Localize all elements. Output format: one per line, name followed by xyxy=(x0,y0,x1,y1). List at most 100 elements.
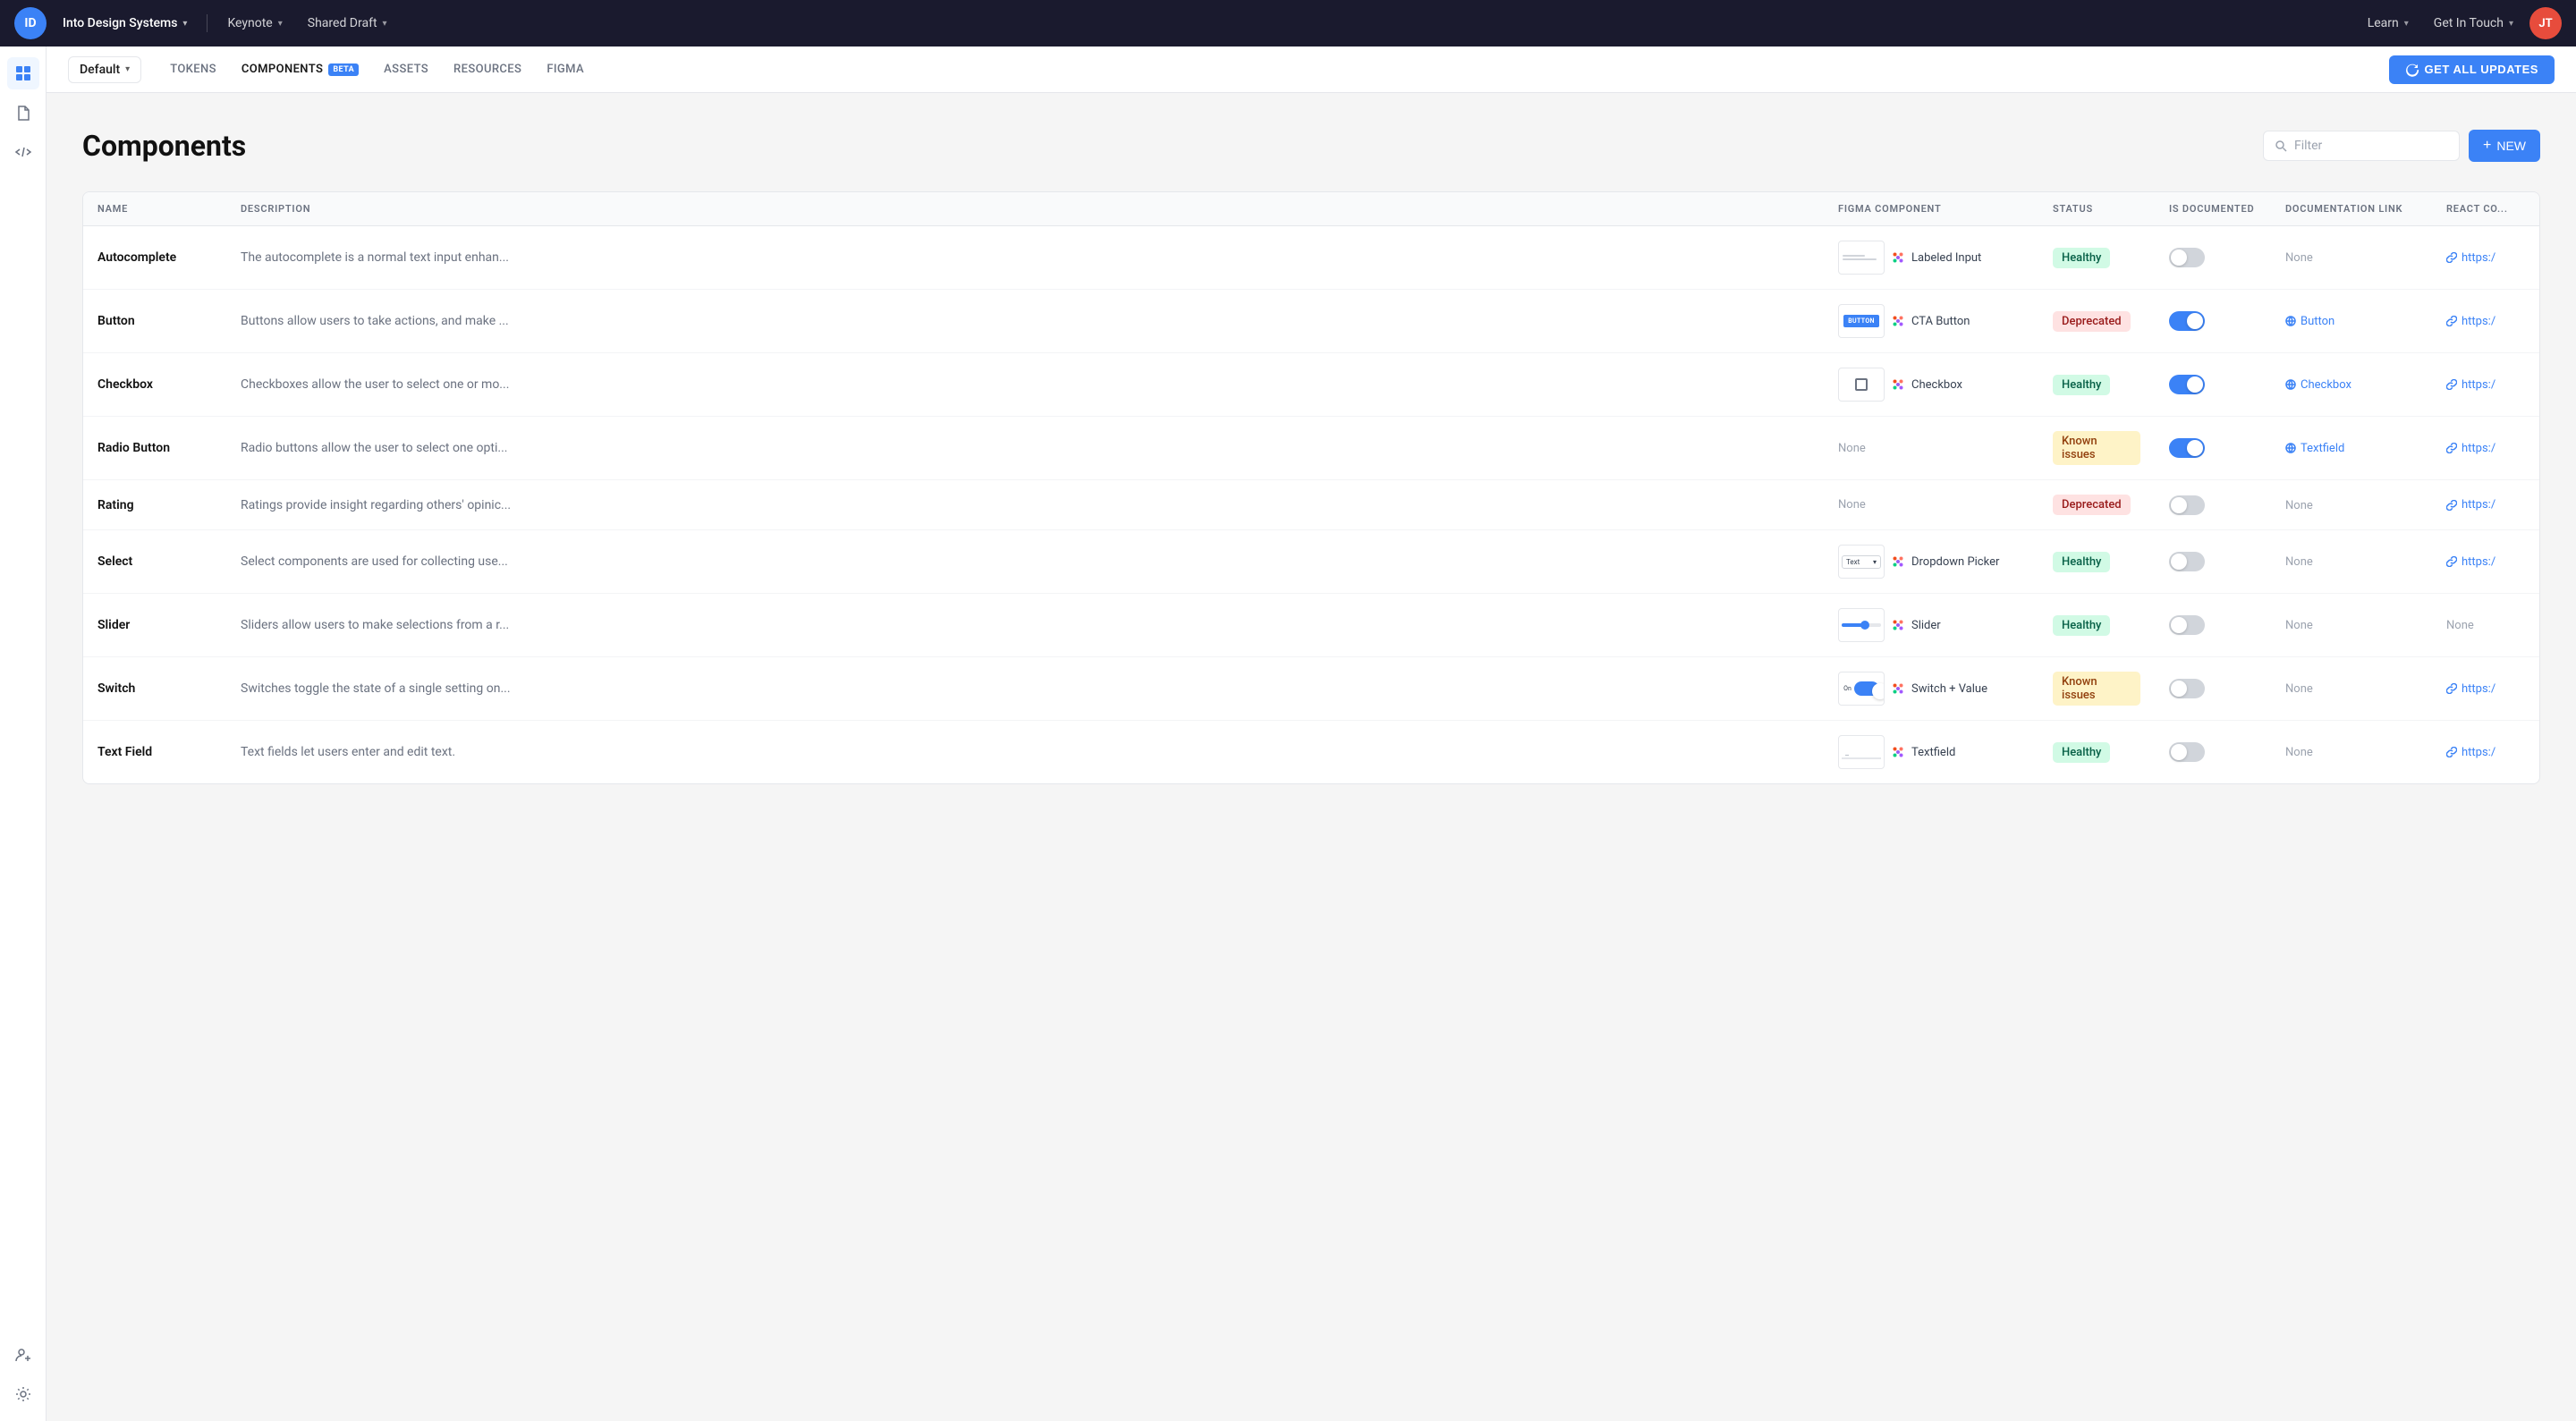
cell-description: Ratings provide insight regarding others… xyxy=(226,480,1824,530)
table-row: Slider Sliders allow users to make selec… xyxy=(83,594,2539,657)
link-icon xyxy=(2446,747,2457,757)
grid-icon xyxy=(14,64,32,82)
react-link[interactable]: https:/ xyxy=(2446,378,2525,392)
cell-figma: BUTTON CTA Button xyxy=(1824,290,2038,353)
react-link[interactable]: https:/ xyxy=(2446,555,2525,569)
doc-link[interactable]: Textfield xyxy=(2285,442,2418,455)
figma-none: None xyxy=(1838,498,1866,512)
react-link[interactable]: https:/ xyxy=(2446,315,2525,328)
cell-react: https:/ xyxy=(2432,290,2539,353)
user-avatar[interactable]: JT xyxy=(2529,7,2562,39)
link-icon xyxy=(2446,252,2457,263)
figma-icon xyxy=(1892,378,1904,391)
documented-toggle[interactable] xyxy=(2169,375,2205,394)
cell-react: https:/ xyxy=(2432,657,2539,721)
get-in-touch-nav-item[interactable]: Get In Touch ▾ xyxy=(2425,11,2522,36)
sidebar-item-document[interactable] xyxy=(7,97,39,129)
figma-icon xyxy=(1892,251,1904,264)
logo-icon[interactable]: ID xyxy=(14,7,47,39)
react-link[interactable]: https:/ xyxy=(2446,442,2525,455)
add-user-icon xyxy=(14,1346,32,1364)
new-button[interactable]: + NEW xyxy=(2469,130,2540,162)
link-icon xyxy=(2446,500,2457,511)
tab-resources[interactable]: RESOURCES xyxy=(443,57,532,81)
cell-status: Known issues xyxy=(2038,417,2155,480)
table-row: Radio Button Radio buttons allow the use… xyxy=(83,417,2539,480)
documented-toggle[interactable] xyxy=(2169,495,2205,515)
documented-toggle[interactable] xyxy=(2169,742,2205,762)
shared-draft-nav-item[interactable]: Shared Draft ▾ xyxy=(299,11,396,36)
figma-component-name: Switch + Value xyxy=(1911,682,1987,696)
col-header-react: REACT CO... xyxy=(2432,192,2539,226)
globe-icon xyxy=(2285,443,2296,453)
tab-figma[interactable]: FIGMA xyxy=(536,57,595,81)
figma-cell: Labeled Input xyxy=(1838,241,2024,275)
tab-assets[interactable]: ASSETS xyxy=(373,57,439,81)
figma-cell: None xyxy=(1838,442,2024,455)
doc-link[interactable]: Button xyxy=(2285,315,2418,328)
documented-toggle[interactable] xyxy=(2169,438,2205,458)
cell-status: Healthy xyxy=(2038,353,2155,417)
main-content: Components Filter + NEW NAME DESCRIPTION… xyxy=(47,93,2576,1421)
cell-name: Radio Button xyxy=(83,417,226,480)
refresh-icon xyxy=(2405,63,2419,77)
workspace-selector[interactable]: Default ▾ xyxy=(68,56,141,83)
cell-figma: On Switch + Value xyxy=(1824,657,2038,721)
table-row: Select Select components are used for co… xyxy=(83,530,2539,594)
documented-toggle[interactable] xyxy=(2169,679,2205,698)
documented-toggle[interactable] xyxy=(2169,552,2205,571)
tab-components[interactable]: COMPONENTS BETA xyxy=(231,57,369,81)
left-sidebar xyxy=(0,47,47,1421)
globe-icon xyxy=(2285,316,2296,326)
table-header-row: NAME DESCRIPTION FIGMA COMPONENT STATUS … xyxy=(83,192,2539,226)
cell-react: https:/ xyxy=(2432,480,2539,530)
react-link[interactable]: https:/ xyxy=(2446,498,2525,512)
figma-cell: Checkbox xyxy=(1838,368,2024,402)
figma-cell: Slider xyxy=(1838,608,2024,642)
react-link[interactable]: https:/ xyxy=(2446,682,2525,696)
sidebar-item-code[interactable] xyxy=(7,136,39,168)
react-link[interactable]: https:/ xyxy=(2446,746,2525,759)
settings-icon xyxy=(14,1385,32,1403)
figma-cell: BUTTON CTA Button xyxy=(1838,304,2024,338)
keynote-nav-item[interactable]: Keynote ▾ xyxy=(218,11,291,36)
cell-description: Radio buttons allow the user to select o… xyxy=(226,417,1824,480)
nav-right-section: Learn ▾ Get In Touch ▾ JT xyxy=(2359,7,2562,39)
figma-icon xyxy=(1892,682,1904,695)
tab-tokens[interactable]: TOKENS xyxy=(159,57,227,81)
sidebar-item-grid[interactable] xyxy=(7,57,39,89)
documented-toggle[interactable] xyxy=(2169,615,2205,635)
cell-description: The autocomplete is a normal text input … xyxy=(226,226,1824,290)
sidebar-item-add-user[interactable] xyxy=(7,1339,39,1371)
figma-preview: On xyxy=(1838,672,1885,706)
react-link[interactable]: https:/ xyxy=(2446,251,2525,265)
table-row: Button Buttons allow users to take actio… xyxy=(83,290,2539,353)
cell-name: Rating xyxy=(83,480,226,530)
cell-figma: Checkbox xyxy=(1824,353,2038,417)
cell-doc-link: None xyxy=(2271,480,2432,530)
brand-selector[interactable]: Into Design Systems ▾ xyxy=(54,11,196,36)
learn-nav-item[interactable]: Learn ▾ xyxy=(2359,11,2418,36)
doc-link[interactable]: Checkbox xyxy=(2285,378,2418,392)
document-icon xyxy=(14,104,32,122)
status-badge: Known issues xyxy=(2053,431,2140,465)
cell-description: Select components are used for collectin… xyxy=(226,530,1824,594)
col-header-name: NAME xyxy=(83,192,226,226)
get-all-updates-button[interactable]: GET ALL UPDATES xyxy=(2389,55,2555,84)
brand-chevron-icon: ▾ xyxy=(182,19,187,29)
doc-link-none: None xyxy=(2285,619,2313,632)
cell-react: https:/ xyxy=(2432,721,2539,784)
cell-is-documented xyxy=(2155,530,2271,594)
documented-toggle[interactable] xyxy=(2169,311,2205,331)
cell-is-documented xyxy=(2155,480,2271,530)
cell-react: https:/ xyxy=(2432,417,2539,480)
doc-link-none: None xyxy=(2285,499,2313,512)
sidebar-item-settings[interactable] xyxy=(7,1378,39,1410)
cell-name: Select xyxy=(83,530,226,594)
figma-preview: BUTTON xyxy=(1838,304,1885,338)
filter-input-container[interactable]: Filter xyxy=(2263,131,2460,161)
documented-toggle[interactable] xyxy=(2169,248,2205,267)
col-header-doc-link: DOCUMENTATION LINK xyxy=(2271,192,2432,226)
cell-react: https:/ xyxy=(2432,226,2539,290)
filter-placeholder: Filter xyxy=(2294,139,2322,153)
